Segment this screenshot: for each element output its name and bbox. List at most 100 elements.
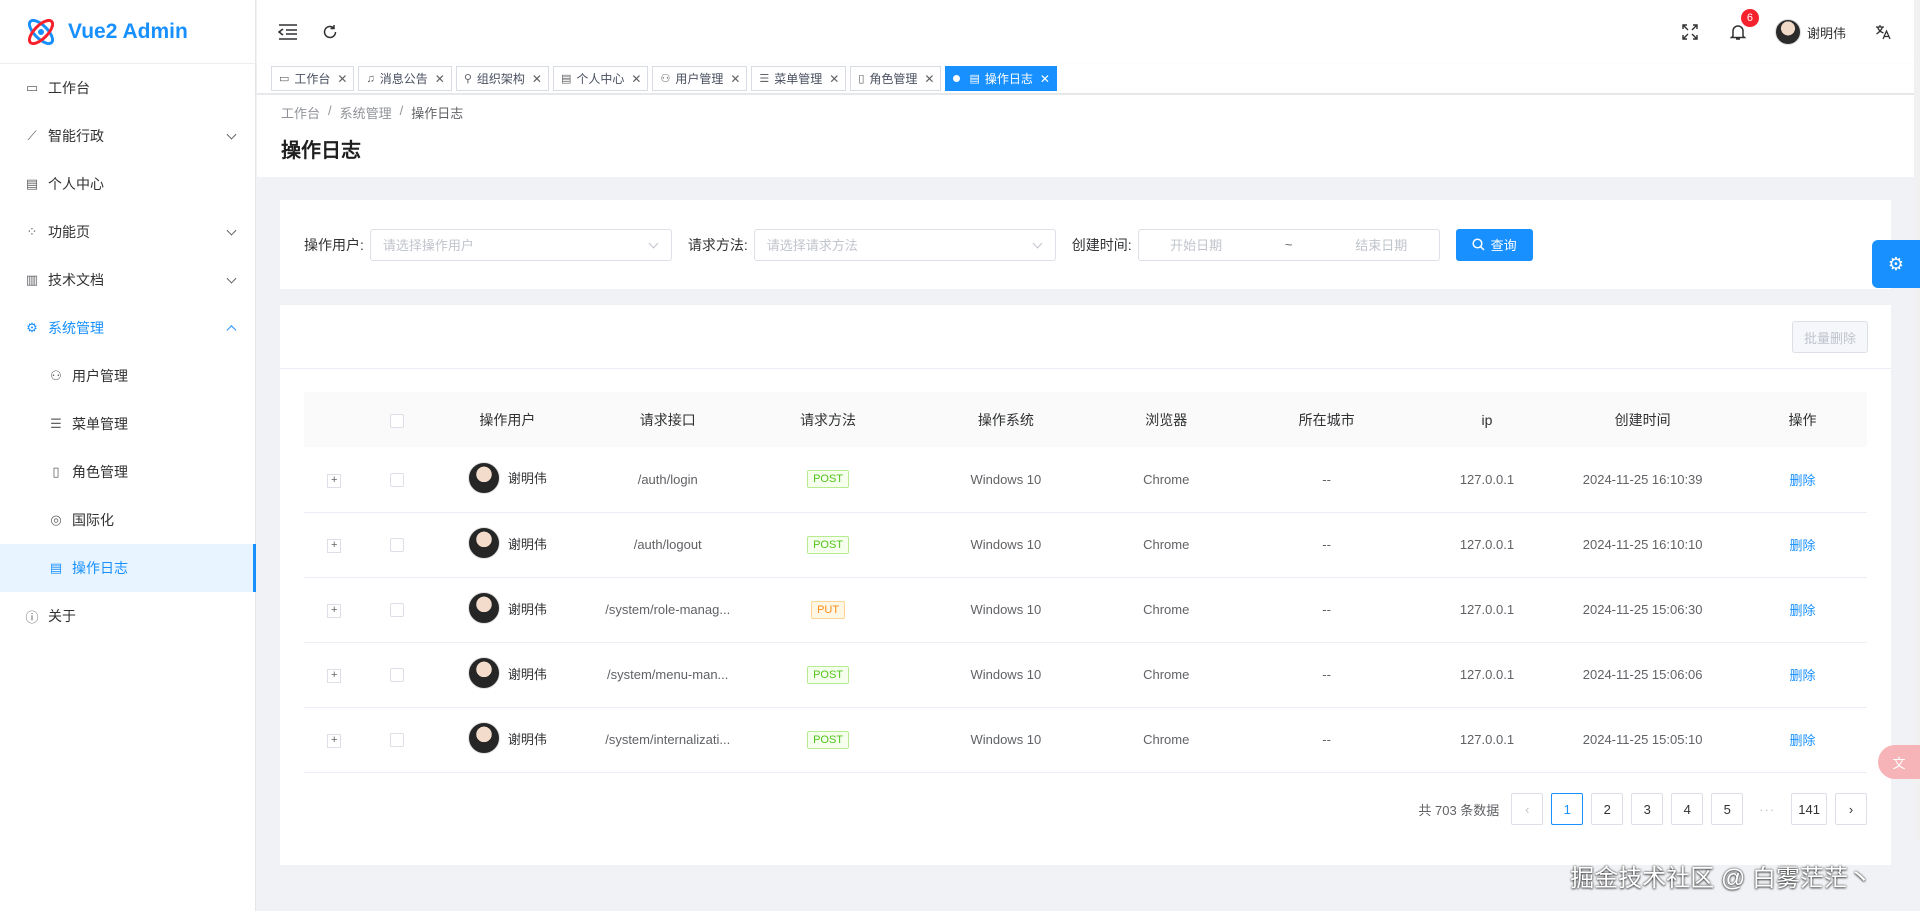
more-pages-icon[interactable]: ··· — [1751, 802, 1783, 817]
dashboard-icon: ▭ — [25, 80, 39, 95]
select-all-checkbox[interactable] — [389, 413, 404, 428]
api-cell: /auth/login — [637, 471, 698, 487]
row-checkbox[interactable] — [389, 538, 404, 553]
notification-bell-icon[interactable]: 6 — [1727, 9, 1759, 43]
row-checkbox[interactable] — [389, 733, 404, 748]
table-row: + 谢明伟 /auth/login POST Windows 10 Chrome… — [304, 447, 1867, 512]
expand-row-icon[interactable]: + — [327, 538, 342, 553]
end-date-input[interactable]: 结束日期 — [1355, 235, 1407, 254]
search-button-label: 查询 — [1490, 238, 1517, 253]
operator-name: 谢明伟 — [507, 666, 547, 682]
sidebar-item-roles[interactable]: ▯ 角色管理 — [0, 448, 255, 496]
sidebar-item-label: 关于 — [48, 608, 76, 624]
sidebar-item-features[interactable]: ⁘ 功能页 — [0, 208, 255, 256]
delete-link[interactable]: 删除 — [1789, 668, 1815, 683]
row-checkbox[interactable] — [389, 668, 404, 683]
column-header: 创建时间 — [1614, 411, 1671, 428]
method-tag: POST — [807, 470, 850, 489]
tab-menus[interactable]: ☰ 菜单管理 ✕ — [751, 66, 847, 91]
sidebar-item-about[interactable]: ⓘ 关于 — [0, 592, 255, 640]
start-date-input[interactable]: 开始日期 — [1170, 235, 1222, 254]
expand-row-icon[interactable]: + — [327, 603, 342, 618]
top-header: 6 谢明伟 — [257, 0, 1920, 64]
batch-delete-button[interactable]: 批量删除 — [1791, 321, 1868, 353]
page-button-5[interactable]: 5 — [1711, 793, 1744, 825]
tab-profile[interactable]: ▤ 个人中心 ✕ — [552, 66, 649, 91]
delete-link[interactable]: 删除 — [1789, 538, 1815, 553]
page-scrollbar[interactable] — [1914, 0, 1920, 840]
close-icon[interactable]: ✕ — [532, 72, 542, 86]
sidebar-item-logs[interactable]: ▤ 操作日志 — [0, 544, 256, 592]
tab-announcements[interactable]: ♫ 消息公告 ✕ — [358, 66, 452, 91]
close-icon[interactable]: ✕ — [924, 72, 934, 86]
sidebar-item-admin[interactable]: ⟋ 智能行政 — [0, 112, 255, 160]
breadcrumb-parent[interactable]: 系统管理 — [340, 103, 392, 122]
role-icon: ▯ — [858, 73, 865, 85]
sidebar-item-system[interactable]: ⚙ 系统管理 — [0, 304, 255, 352]
tab-organization[interactable]: ⚲ 组织架构 ✕ — [455, 66, 549, 91]
pagination: 共 703 条数据 ‹ 1 2 3 4 5 ··· 141 › — [1418, 793, 1867, 825]
notification-badge: 6 — [1740, 9, 1759, 27]
tab-dashboard[interactable]: ▭ 工作台 ✕ — [271, 66, 355, 91]
leaf-icon: ⟋ — [27, 128, 37, 143]
page-button-2[interactable]: 2 — [1591, 793, 1624, 825]
delete-link[interactable]: 删除 — [1789, 603, 1815, 618]
refresh-icon[interactable] — [319, 21, 341, 43]
next-page-button[interactable]: › — [1835, 793, 1867, 825]
operator-cell: 谢明伟 — [467, 657, 547, 689]
user-filter-select[interactable]: 请选择操作用户 — [369, 228, 672, 261]
bell-icon: ♫ — [366, 72, 375, 85]
prev-page-button[interactable]: ‹ — [1511, 793, 1544, 825]
sidebar-item-users[interactable]: ⚇ 用户管理 — [0, 352, 255, 400]
date-range-picker[interactable]: 开始日期 ~ 结束日期 — [1137, 228, 1440, 261]
settings-drawer-button[interactable]: ⚙ — [1872, 240, 1920, 288]
expand-row-icon[interactable]: + — [327, 473, 342, 488]
close-icon[interactable]: ✕ — [631, 72, 641, 86]
search-button[interactable]: 查询 — [1455, 228, 1533, 261]
ip-cell: 127.0.0.1 — [1459, 602, 1515, 617]
language-switch-icon[interactable] — [1872, 21, 1894, 43]
delete-link[interactable]: 删除 — [1789, 473, 1815, 488]
collapse-menu-icon[interactable] — [277, 21, 299, 43]
row-checkbox[interactable] — [389, 603, 404, 618]
sidebar-item-docs[interactable]: ▥ 技术文档 — [0, 256, 255, 304]
row-checkbox[interactable] — [389, 473, 404, 488]
page-header: 工作台 / 系统管理 / 操作日志 操作日志 — [257, 95, 1920, 177]
avatar — [467, 461, 500, 494]
tab-users[interactable]: ⚇ 用户管理 ✕ — [652, 66, 748, 91]
avatar — [1774, 19, 1801, 45]
logo[interactable]: Vue2 Admin — [0, 0, 255, 64]
tab-label: 工作台 — [294, 72, 331, 86]
sidebar-item-profile[interactable]: ▤ 个人中心 — [0, 160, 255, 208]
range-separator: ~ — [1284, 237, 1293, 252]
os-cell: Windows 10 — [970, 732, 1042, 747]
sidebar-item-i18n[interactable]: ◎ 国际化 — [0, 496, 255, 544]
user-menu[interactable]: 谢明伟 — [1774, 19, 1846, 45]
close-icon[interactable]: ✕ — [1040, 72, 1050, 86]
sidebar-item-menus[interactable]: ☰ 菜单管理 — [0, 400, 255, 448]
watermark: 掘金技术社区 @ 白雾茫茫丶 — [1570, 865, 1872, 892]
fullscreen-icon[interactable] — [1679, 21, 1701, 43]
close-icon[interactable]: ✕ — [829, 72, 839, 86]
column-header: 所在城市 — [1298, 411, 1355, 428]
ip-cell: 127.0.0.1 — [1459, 667, 1515, 682]
method-filter-select[interactable]: 请选择请求方法 — [753, 228, 1056, 261]
expand-row-icon[interactable]: + — [327, 733, 342, 748]
tab-roles[interactable]: ▯ 角色管理 ✕ — [850, 66, 942, 91]
breadcrumb-home[interactable]: 工作台 — [281, 103, 320, 122]
delete-link[interactable]: 删除 — [1789, 733, 1815, 748]
page-button-last[interactable]: 141 — [1791, 793, 1827, 825]
page-button-4[interactable]: 4 — [1671, 793, 1704, 825]
tab-logs[interactable]: ▤ 操作日志 ✕ — [945, 66, 1057, 91]
column-header: 请求方法 — [800, 411, 857, 428]
sidebar-item-dashboard[interactable]: ▭ 工作台 — [0, 64, 255, 112]
close-icon[interactable]: ✕ — [435, 72, 445, 86]
log-table-card: 批量删除 操作用户 请求接口 请求方法 操作系统 浏览器 所在城市 ip 创建时… — [280, 305, 1891, 865]
chevron-up-icon — [226, 325, 237, 336]
page-button-1[interactable]: 1 — [1551, 793, 1584, 825]
close-icon[interactable]: ✕ — [337, 72, 347, 86]
expand-row-icon[interactable]: + — [327, 668, 342, 683]
page-button-3[interactable]: 3 — [1631, 793, 1664, 825]
floating-translate-button[interactable]: 文 — [1878, 745, 1920, 779]
close-icon[interactable]: ✕ — [730, 72, 740, 86]
